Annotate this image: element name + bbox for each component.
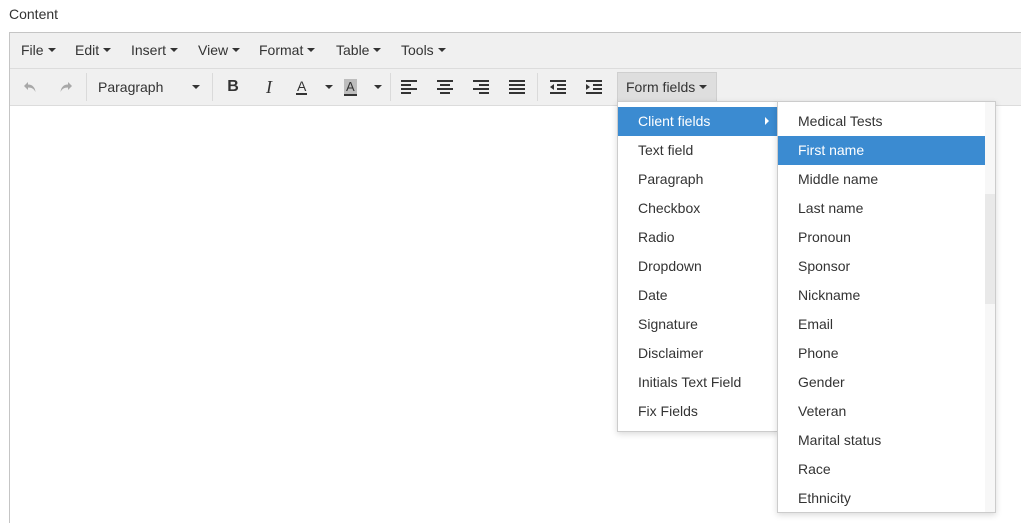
menu-label: Table bbox=[336, 42, 370, 58]
caret-down-icon bbox=[170, 48, 179, 53]
text-color-button[interactable]: A bbox=[290, 73, 334, 101]
menu-label: Edit bbox=[75, 42, 100, 58]
menu-item-dropdown[interactable]: Dropdown bbox=[618, 252, 777, 281]
form-fields-label: Form fields bbox=[626, 79, 696, 95]
undo-button[interactable] bbox=[16, 73, 44, 101]
caret-down-icon bbox=[103, 48, 112, 53]
align-right-icon bbox=[473, 80, 489, 94]
undo-icon bbox=[24, 82, 36, 92]
menu-table[interactable]: Table bbox=[336, 33, 382, 69]
menu-item-fix-fields[interactable]: Fix Fields bbox=[618, 397, 777, 426]
caret-down-icon bbox=[47, 48, 56, 53]
form-fields-menu: Client fields Text field Paragraph Check… bbox=[617, 101, 778, 432]
menu-item-text-field[interactable]: Text field bbox=[618, 136, 777, 165]
submenu-item-first-name[interactable]: First name bbox=[778, 136, 985, 165]
client-fields-submenu: Medical Tests First name Middle name Las… bbox=[777, 101, 996, 513]
redo-icon bbox=[60, 82, 72, 92]
submenu-item-email[interactable]: Email bbox=[778, 310, 985, 339]
menu-file[interactable]: File bbox=[21, 33, 56, 69]
bold-icon: B bbox=[227, 78, 239, 95]
caret-down-icon bbox=[232, 48, 241, 53]
submenu-scrollbar-thumb[interactable] bbox=[985, 194, 995, 304]
align-right-button[interactable] bbox=[467, 73, 495, 101]
toolbar-separator bbox=[212, 73, 213, 101]
menu-item-client-fields[interactable]: Client fields bbox=[618, 107, 777, 136]
submenu-item-veteran[interactable]: Veteran bbox=[778, 397, 985, 426]
submenu-item-ethnicity[interactable]: Ethnicity bbox=[778, 484, 985, 513]
submenu-item-pronoun[interactable]: Pronoun bbox=[778, 223, 985, 252]
background-color-icon: A bbox=[344, 78, 357, 96]
submenu-item-phone[interactable]: Phone bbox=[778, 339, 985, 368]
indent-button[interactable] bbox=[580, 73, 608, 101]
menu-view[interactable]: View bbox=[198, 33, 241, 69]
menu-label: File bbox=[21, 42, 44, 58]
toolbar-separator bbox=[86, 73, 87, 101]
caret-down-icon bbox=[307, 48, 316, 53]
text-color-icon: A bbox=[296, 78, 308, 95]
submenu-item-marital-status[interactable]: Marital status bbox=[778, 426, 985, 455]
toolbar-separator bbox=[537, 73, 538, 101]
submenu-scrollbar[interactable] bbox=[985, 102, 995, 512]
redo-button[interactable] bbox=[52, 73, 80, 101]
menu-item-signature[interactable]: Signature bbox=[618, 310, 777, 339]
submenu-item-sponsor[interactable]: Sponsor bbox=[778, 252, 985, 281]
caret-down-icon bbox=[325, 85, 333, 89]
content-label: Content bbox=[9, 6, 59, 22]
menu-label: Insert bbox=[131, 42, 167, 58]
italic-button[interactable]: I bbox=[255, 73, 283, 101]
menubar: File Edit Insert View Format Table Tools bbox=[10, 33, 1021, 69]
toolbar-separator bbox=[390, 73, 391, 101]
menu-item-radio[interactable]: Radio bbox=[618, 223, 777, 252]
submenu-item-gender[interactable]: Gender bbox=[778, 368, 985, 397]
submenu-item-race[interactable]: Race bbox=[778, 455, 985, 484]
italic-icon: I bbox=[266, 76, 272, 97]
form-fields-button[interactable]: Form fields bbox=[617, 72, 717, 102]
caret-down-icon bbox=[437, 48, 446, 53]
caret-down-icon bbox=[374, 85, 382, 89]
menu-item-initials-text-field[interactable]: Initials Text Field bbox=[618, 368, 777, 397]
menu-label: Format bbox=[259, 42, 304, 58]
menu-edit[interactable]: Edit bbox=[75, 33, 112, 69]
submenu-item-middle-name[interactable]: Middle name bbox=[778, 165, 985, 194]
menu-label: Tools bbox=[401, 42, 434, 58]
block-format-select[interactable]: Paragraph bbox=[90, 73, 206, 101]
menu-label: View bbox=[198, 42, 229, 58]
outdent-button[interactable] bbox=[544, 73, 572, 101]
menu-tools[interactable]: Tools bbox=[401, 33, 446, 69]
caret-down-icon bbox=[373, 48, 382, 53]
menu-item-date[interactable]: Date bbox=[618, 281, 777, 310]
align-left-icon bbox=[401, 80, 417, 94]
align-center-button[interactable] bbox=[431, 73, 459, 101]
block-format-value: Paragraph bbox=[98, 79, 164, 95]
align-justify-button[interactable] bbox=[503, 73, 531, 101]
caret-down-icon bbox=[192, 85, 200, 89]
menu-format[interactable]: Format bbox=[259, 33, 316, 69]
submenu-item-last-name[interactable]: Last name bbox=[778, 194, 985, 223]
bold-button[interactable]: B bbox=[219, 73, 247, 101]
menu-item-label: Client fields bbox=[638, 113, 711, 129]
outdent-icon bbox=[550, 80, 566, 94]
align-justify-icon bbox=[509, 80, 525, 94]
menu-item-checkbox[interactable]: Checkbox bbox=[618, 194, 777, 223]
caret-right-icon bbox=[765, 117, 769, 125]
submenu-item-nickname[interactable]: Nickname bbox=[778, 281, 985, 310]
menu-insert[interactable]: Insert bbox=[131, 33, 179, 69]
submenu-item-medical-tests[interactable]: Medical Tests bbox=[778, 107, 985, 136]
indent-icon bbox=[586, 80, 602, 94]
background-color-button[interactable]: A bbox=[339, 73, 383, 101]
caret-down-icon bbox=[699, 85, 708, 90]
align-left-button[interactable] bbox=[395, 73, 423, 101]
align-center-icon bbox=[437, 80, 453, 94]
menu-item-paragraph[interactable]: Paragraph bbox=[618, 165, 777, 194]
menu-item-disclaimer[interactable]: Disclaimer bbox=[618, 339, 777, 368]
